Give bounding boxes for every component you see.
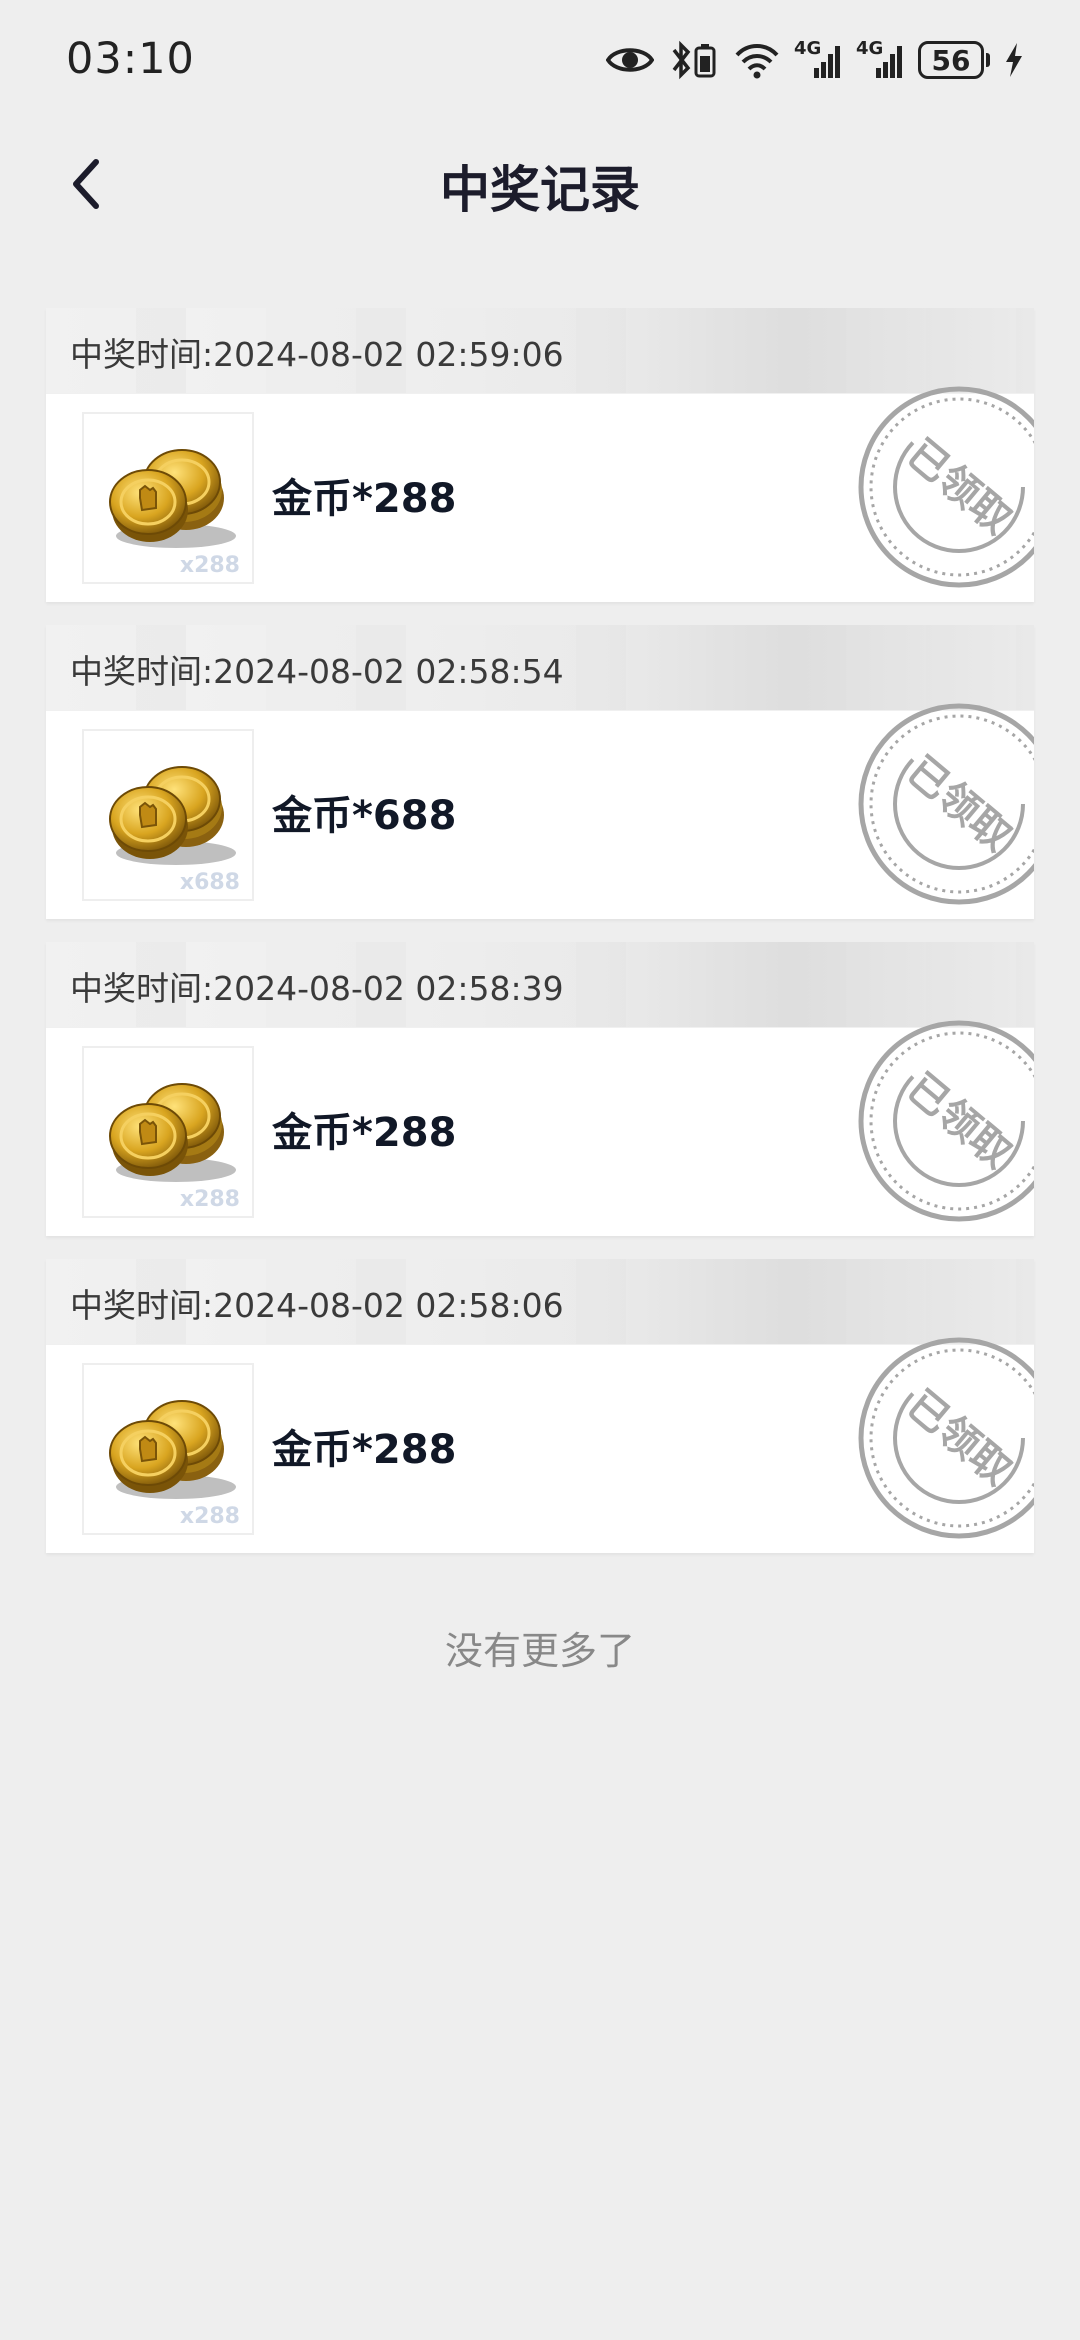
win-time-text: 中奖时间:2024-08-02 02:58:54 — [70, 652, 564, 691]
page-header: 中奖记录 — [0, 130, 1080, 240]
prize-name: 金币*288 — [272, 1110, 457, 1156]
record-body: x288 金币*288 已领取 — [46, 1020, 1034, 1236]
prize-thumbnail: x288 — [82, 1046, 254, 1218]
page-title: 中奖记录 — [440, 161, 640, 219]
charging-icon — [1004, 42, 1024, 78]
prize-record-card: 中奖时间:2024-08-02 02:59:06 x288 金币*288 已领取 — [46, 308, 1034, 602]
thumbnail-quantity: x288 — [179, 553, 240, 578]
claimed-stamp-icon: 已领取 — [858, 386, 1034, 588]
gold-coins-icon — [109, 449, 236, 548]
status-time: 03:10 — [66, 34, 195, 84]
thumbnail-quantity: x288 — [179, 1504, 240, 1529]
record-body: x288 金币*288 已领取 — [46, 386, 1034, 602]
network-type-label: 4G — [856, 38, 884, 59]
gold-coins-icon — [109, 766, 236, 865]
cell-signal-icon: 4G — [856, 38, 904, 80]
win-time-text: 中奖时间:2024-08-02 02:58:39 — [70, 969, 564, 1008]
stamp-text: 已领取 — [898, 431, 1019, 543]
eye-icon — [606, 43, 654, 77]
battery-icon: 56 — [918, 41, 990, 79]
prize-thumbnail: x688 — [82, 729, 254, 901]
win-time-text: 中奖时间:2024-08-02 02:58:06 — [70, 1286, 564, 1325]
prize-name: 金币*688 — [272, 793, 457, 839]
prize-record-list: 中奖时间:2024-08-02 02:59:06 x288 金币*288 已领取… — [46, 308, 1034, 1576]
prize-record-card: 中奖时间:2024-08-02 02:58:54 x688 金币*688 已领取 — [46, 625, 1034, 919]
wifi-icon — [734, 41, 780, 79]
stamp-text: 已领取 — [898, 1065, 1019, 1177]
claimed-stamp-icon: 已领取 — [858, 1020, 1034, 1222]
prize-record-card: 中奖时间:2024-08-02 02:58:39 x288 金币*288 已领取 — [46, 942, 1034, 1236]
prize-name: 金币*288 — [272, 476, 457, 522]
stamp-text: 已领取 — [898, 748, 1019, 860]
gold-coins-icon — [109, 1083, 236, 1182]
claimed-stamp-icon: 已领取 — [858, 1337, 1034, 1539]
prize-record-card: 中奖时间:2024-08-02 02:58:06 x288 金币*288 已领取 — [46, 1259, 1034, 1553]
record-body: x288 金币*288 已领取 — [46, 1337, 1034, 1553]
thumbnail-quantity: x288 — [179, 1187, 240, 1212]
thumbnail-quantity: x688 — [179, 870, 240, 895]
battery-level: 56 — [918, 41, 984, 79]
gold-coins-icon — [109, 1400, 236, 1499]
bluetooth-battery-icon — [668, 40, 720, 80]
claimed-stamp-icon: 已领取 — [858, 703, 1034, 905]
prize-name: 金币*288 — [272, 1427, 457, 1473]
network-type-label: 4G — [794, 38, 822, 59]
record-body: x688 金币*688 已领取 — [46, 703, 1034, 919]
status-bar: 03:10 4G 4G 56 — [0, 0, 1080, 120]
win-time-text: 中奖时间:2024-08-02 02:59:06 — [70, 335, 564, 374]
cell-signal-icon: 4G — [794, 38, 842, 80]
stamp-text: 已领取 — [898, 1382, 1019, 1494]
prize-thumbnail: x288 — [82, 412, 254, 584]
status-icons: 4G 4G 56 — [606, 36, 1024, 84]
prize-thumbnail: x288 — [82, 1363, 254, 1535]
no-more-text: 没有更多了 — [444, 1629, 635, 1673]
